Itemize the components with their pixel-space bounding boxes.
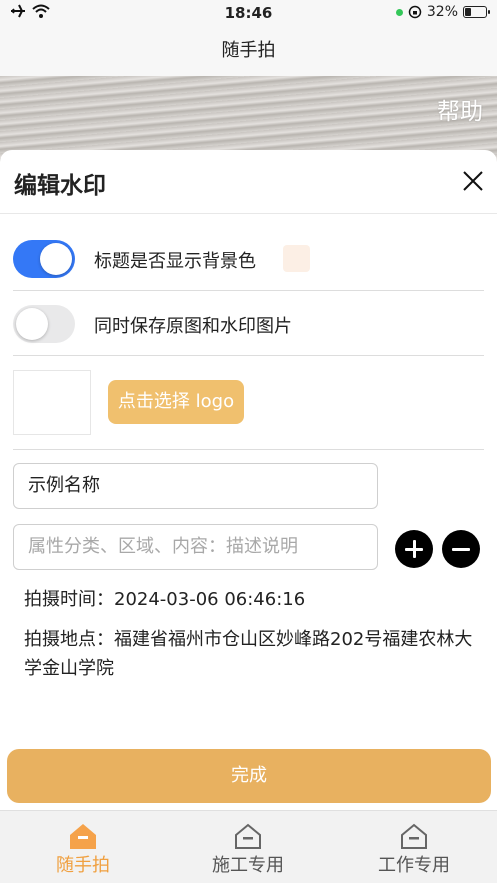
home-icon <box>401 823 427 849</box>
tab-label: 工作专用 <box>378 855 450 876</box>
select-logo-button[interactable]: 点击选择 logo <box>108 380 244 424</box>
capture-time-label: 拍摄时间： <box>24 589 114 610</box>
tab-label: 随手拍 <box>56 855 110 876</box>
logo-preview[interactable] <box>13 370 91 435</box>
sheet-title: 编辑水印 <box>14 173 106 199</box>
status-bar: 18:46 32% <box>0 0 497 26</box>
tab-bar: 随手拍 施工专用 工作专用 <box>0 810 497 883</box>
status-right: 32% <box>395 4 490 20</box>
background-color-label: 标题是否显示背景色 <box>94 251 256 272</box>
capture-location-label: 拍摄地点： <box>24 629 114 650</box>
remove-button[interactable] <box>442 530 480 568</box>
name-input[interactable]: 示例名称 <box>13 463 378 509</box>
save-original-label: 同时保存原图和水印图片 <box>94 316 292 337</box>
tab-work[interactable]: 工作专用 <box>331 811 497 883</box>
capture-time: 拍摄时间：2024-03-06 06:46:16 <box>24 585 484 614</box>
toggle-row-save: 同时保存原图和水印图片 <box>13 292 484 356</box>
tab-construction[interactable]: 施工专用 <box>165 811 331 883</box>
nav-title: 随手拍 <box>0 26 497 76</box>
capture-time-value: 2024-03-06 06:46:16 <box>114 589 306 610</box>
home-icon <box>70 824 96 849</box>
battery-icon <box>463 6 490 18</box>
background-color-toggle[interactable] <box>13 240 75 278</box>
tab-snapshot[interactable]: 随手拍 <box>0 811 166 883</box>
sheet-header: 编辑水印 <box>0 150 497 214</box>
toggle-row-background: 标题是否显示背景色 <box>13 227 484 291</box>
close-icon[interactable] <box>461 169 485 193</box>
save-original-toggle[interactable] <box>13 305 75 343</box>
done-button[interactable]: 完成 <box>7 749 491 803</box>
battery-percent: 32% <box>426 4 458 20</box>
toggle-knob <box>40 243 72 275</box>
rotation-lock-icon <box>408 5 422 19</box>
capture-location: 拍摄地点：福建省福州市仓山区妙峰路202号福建农林大学金山学院 <box>24 625 484 683</box>
toggle-knob <box>16 308 48 340</box>
attribute-input[interactable]: 属性分类、区域、内容：描述说明 <box>13 524 378 570</box>
home-icon <box>235 823 261 849</box>
add-button[interactable] <box>395 530 433 568</box>
edit-watermark-sheet: 编辑水印 标题是否显示背景色 同时保存原图和水印图片 点击选择 logo 示例名… <box>0 150 497 810</box>
tab-label: 施工专用 <box>212 855 284 876</box>
logo-row: 点击选择 logo <box>13 365 484 450</box>
help-button[interactable]: 帮助 <box>437 92 483 126</box>
privacy-dot-icon <box>395 8 403 16</box>
background-color-swatch[interactable] <box>283 245 310 272</box>
